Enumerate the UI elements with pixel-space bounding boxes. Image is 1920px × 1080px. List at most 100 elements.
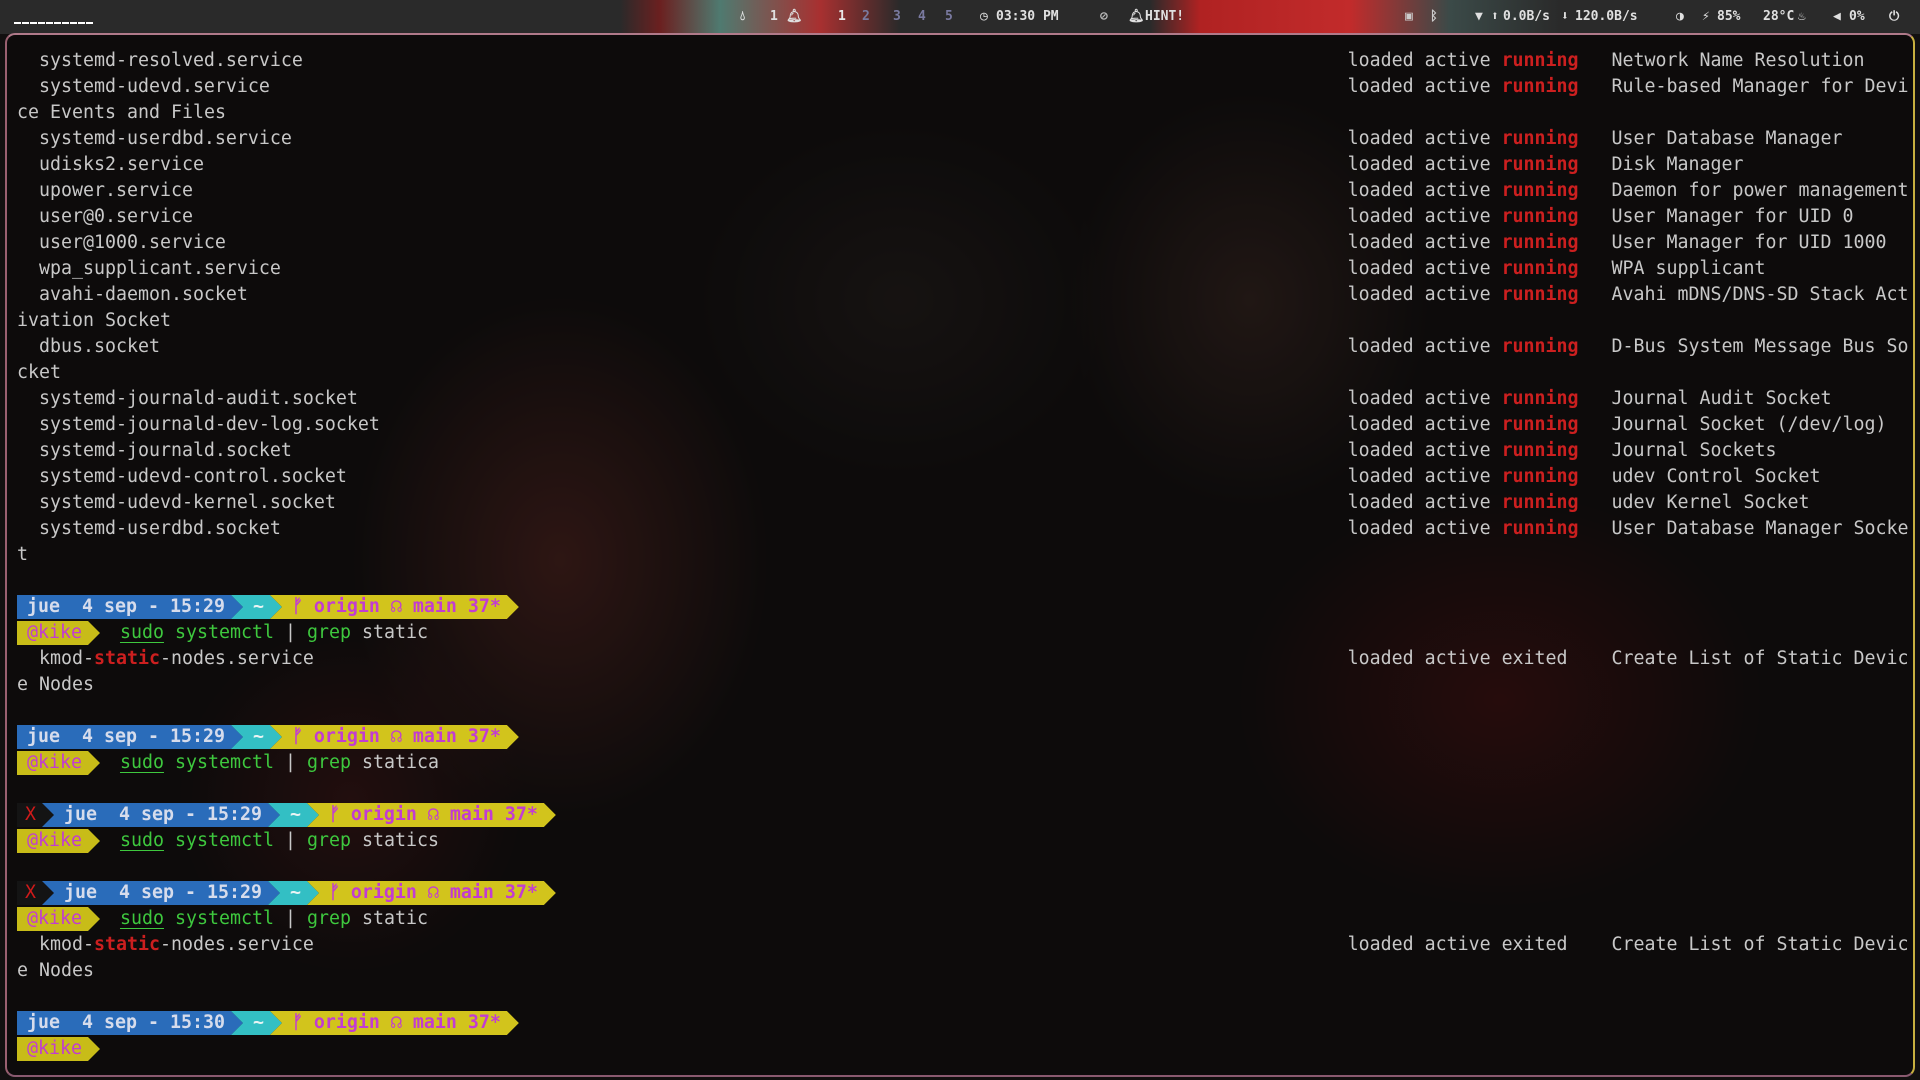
unit-row: systemd-journald-dev-log.socket loaded act… bbox=[17, 412, 1907, 438]
terminal-line: ce Events and Files bbox=[17, 100, 1907, 126]
power-icon[interactable]: ⏻ bbox=[1889, 9, 1899, 25]
wrapped-text: e Nodes bbox=[17, 960, 94, 981]
eye-slash-icon[interactable]: ⊘ bbox=[1100, 9, 1108, 25]
sub-state: running bbox=[1501, 258, 1579, 279]
sub-state: running bbox=[1501, 518, 1579, 539]
cmd-pipe: | bbox=[284, 908, 296, 929]
net-down: 120.0B/s bbox=[1575, 9, 1638, 24]
unit-row: udisks2.service loaded active running Disk M… bbox=[17, 152, 1907, 178]
active-state: active bbox=[1424, 206, 1491, 227]
unit-description: Create List of Static Devic bbox=[1611, 648, 1909, 669]
active-state: active bbox=[1424, 336, 1491, 357]
command-text[interactable]: sudo systemctl | grep static bbox=[120, 906, 428, 932]
workspace-4[interactable]: 4 bbox=[918, 9, 926, 25]
contrast-icon[interactable]: ◑ bbox=[1676, 9, 1684, 25]
prompt-user: @kike bbox=[17, 829, 100, 853]
load-state: loaded bbox=[1347, 388, 1414, 409]
command-text[interactable]: sudo systemctl | grep statics bbox=[120, 828, 439, 854]
wifi-icon[interactable]: ▼ bbox=[1475, 9, 1483, 25]
command-text[interactable]: sudo systemctl | grep statica bbox=[120, 750, 439, 776]
command-line: @kike sudo systemctl | grep statics bbox=[17, 828, 1907, 854]
active-state: active bbox=[1424, 232, 1491, 253]
volume-icon[interactable]: ◀ bbox=[1833, 9, 1841, 25]
prompt-date: jue 4 sep - 15:29 bbox=[17, 725, 243, 749]
unit-name: user@0.service bbox=[38, 206, 193, 227]
cmd-grep: grep bbox=[306, 908, 351, 929]
cmd-grep: grep bbox=[306, 752, 351, 773]
sub-state: running bbox=[1501, 50, 1579, 71]
workspace-1[interactable]: 1 bbox=[838, 9, 846, 25]
sub-state: running bbox=[1501, 492, 1579, 513]
workspace-2[interactable]: 2 bbox=[862, 9, 870, 25]
clock[interactable]: 03:30 PM bbox=[996, 9, 1059, 25]
command-text[interactable]: sudo systemctl | grep static bbox=[120, 620, 428, 646]
active-state: active bbox=[1424, 466, 1491, 487]
wrapped-text: t bbox=[17, 544, 28, 565]
unit-name: user@1000.service bbox=[38, 232, 226, 253]
temperature: 28°C bbox=[1763, 9, 1795, 24]
active-state: active bbox=[1424, 50, 1491, 71]
sub-state: running bbox=[1501, 414, 1579, 435]
sub-state: running bbox=[1501, 336, 1579, 357]
command-line: @kike sudo systemctl | grep static bbox=[17, 906, 1907, 932]
clock-icon: ◷ bbox=[980, 9, 988, 24]
unit-description: D-Bus System Message Bus So bbox=[1611, 336, 1909, 357]
cmd-sudo: sudo bbox=[119, 622, 164, 643]
active-state: active bbox=[1424, 414, 1491, 435]
unit-name: dbus.socket bbox=[38, 336, 160, 357]
unit-name: systemd-userdbd.socket bbox=[38, 518, 281, 539]
top-status-bar: 💧︎ 1 🔔︎ 1 2 3 4 5 ◷ 03:30 PM ⊘ 🔔︎ HINT! … bbox=[0, 0, 1920, 34]
cmd-sudo: sudo bbox=[119, 908, 164, 929]
active-state: active bbox=[1424, 648, 1491, 669]
prompt-user: @kike bbox=[17, 1037, 100, 1061]
cmd-sudo: sudo bbox=[119, 752, 164, 773]
unit-row: systemd-udevd.service loaded active running… bbox=[17, 74, 1908, 100]
unit-name: upower.service bbox=[38, 180, 193, 201]
unit-name-prefix: kmod- bbox=[38, 934, 94, 955]
bell-icon: 🔔︎ bbox=[1128, 9, 1145, 24]
unit-name: avahi-daemon.socket bbox=[38, 284, 248, 305]
sd-card-icon[interactable]: ▣ bbox=[1405, 9, 1413, 25]
unit-row: systemd-userdbd.socket loaded active runnin… bbox=[17, 516, 1909, 542]
active-state: active bbox=[1424, 154, 1491, 175]
command-line: @kike sudo systemctl | grep statica bbox=[17, 750, 1907, 776]
prompt-user: @kike bbox=[17, 907, 100, 931]
prompt-git-status: ᚠ origin ☊ main 37* bbox=[307, 881, 556, 905]
unit-row: user@1000.service loaded active running User… bbox=[17, 230, 1907, 256]
unit-description: WPA supplicant bbox=[1611, 258, 1766, 279]
workspace-5[interactable]: 5 bbox=[945, 9, 953, 25]
load-state: loaded bbox=[1347, 232, 1414, 253]
cmd-program: systemctl bbox=[174, 752, 274, 773]
battery-level: 85% bbox=[1717, 9, 1741, 24]
load-state: loaded bbox=[1347, 648, 1414, 669]
prompt-header: Xjue 4 sep - 15:29 ~ ᚠ origin ☊ main 37* bbox=[17, 880, 1907, 906]
unit-name: systemd-journald-dev-log.socket bbox=[38, 414, 380, 435]
command-line: @kike sudo systemctl | grep static bbox=[17, 620, 1907, 646]
unit-row: wpa_supplicant.service loaded active runnin… bbox=[17, 256, 1907, 282]
sub-state: running bbox=[1501, 180, 1579, 201]
terminal-window[interactable]: systemd-resolved.service loaded active runn… bbox=[5, 33, 1915, 1077]
prompt-header: jue 4 sep - 15:29 ~ ᚠ origin ☊ main 37* bbox=[17, 724, 1907, 750]
hint-label[interactable]: HINT! bbox=[1145, 9, 1184, 25]
volume-level[interactable]: 0% bbox=[1849, 9, 1865, 25]
sub-state: running bbox=[1501, 206, 1579, 227]
terminal-line: e Nodes bbox=[17, 672, 1907, 698]
bluetooth-off-icon[interactable]: ᛒ bbox=[1430, 9, 1438, 25]
load-state: loaded bbox=[1347, 518, 1414, 539]
workspace-3[interactable]: 3 bbox=[893, 9, 901, 25]
sub-state: exited bbox=[1501, 934, 1568, 955]
terminal-line: e Nodes bbox=[17, 958, 1907, 984]
terminal-line: cket bbox=[17, 360, 1907, 386]
unit-description: User Database Manager Socke bbox=[1611, 518, 1909, 539]
unit-row: upower.service loaded active running Daemon … bbox=[17, 178, 1908, 204]
notification-count[interactable]: 1 bbox=[770, 9, 778, 25]
bell-icon[interactable]: 🔔︎ bbox=[786, 9, 803, 25]
load-state: loaded bbox=[1347, 180, 1414, 201]
bolt-icon: ⚡︎ bbox=[1702, 9, 1710, 24]
sub-state: running bbox=[1501, 76, 1579, 97]
prompt-header: jue 4 sep - 15:29 ~ ᚠ origin ☊ main 37* bbox=[17, 594, 1907, 620]
unit-name: systemd-udevd.service bbox=[38, 76, 270, 97]
unit-description: Avahi mDNS/DNS-SD Stack Act bbox=[1611, 284, 1909, 305]
unit-row: user@0.service loaded active running User Ma… bbox=[17, 204, 1907, 230]
prompt-date: jue 4 sep - 15:29 bbox=[17, 595, 243, 619]
